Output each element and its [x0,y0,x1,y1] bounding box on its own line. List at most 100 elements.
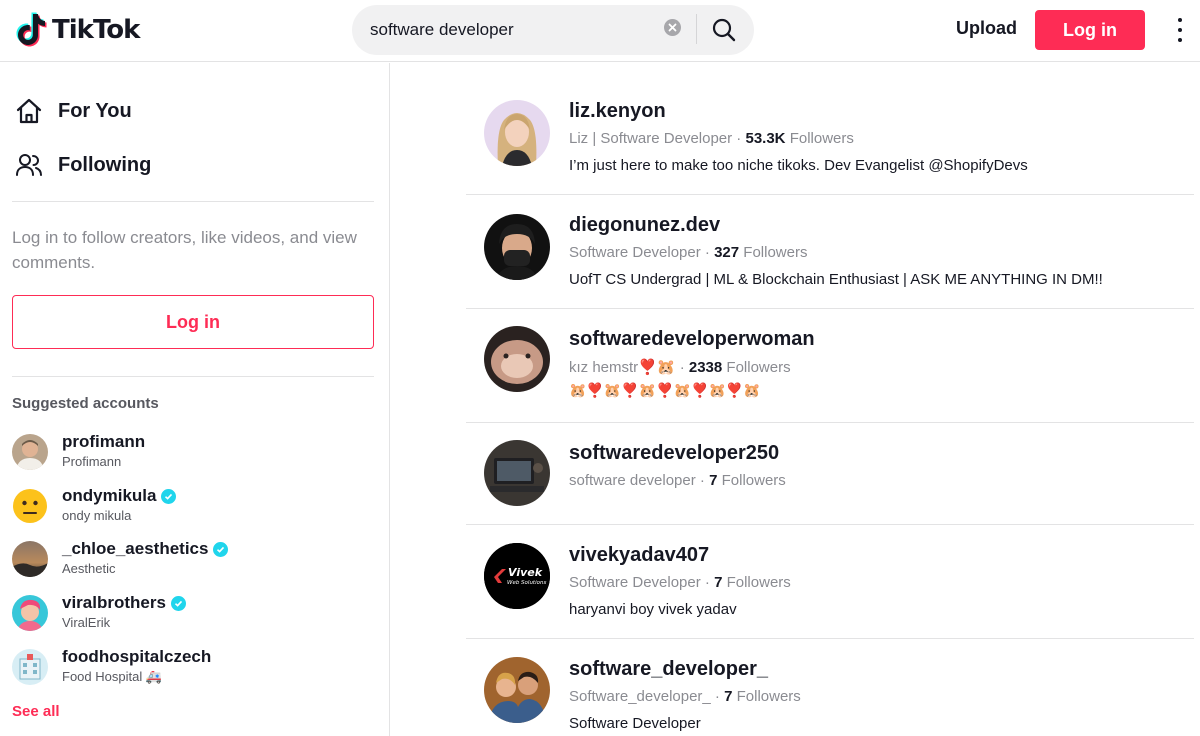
avatar [484,326,550,392]
login-hint-text: Log in to follow creators, like videos, … [12,228,357,272]
search-icon [712,18,736,42]
result-username: diegonunez.dev [569,214,721,236]
avatar [484,657,550,723]
more-options-button[interactable] [1172,18,1188,42]
result-username: softwaredeveloper250 [569,442,780,464]
avatar [12,488,48,524]
follower-count: 2338 [688,359,723,376]
suggested-username: ondymikula [62,486,177,506]
followers-label: Followers [789,130,854,147]
avatar: Vivek Web Solutions [484,543,550,609]
login-button-sidebar[interactable]: Log in [12,295,374,349]
dot [1178,18,1182,22]
divider [466,638,1194,639]
divider [466,194,1194,195]
suggested-account[interactable]: foodhospitalczech Food Hospital 🚑 [12,645,372,689]
result-bio: I’m just here to make too niche tikoks. … [569,157,1028,174]
result-username: liz.kenyon [569,100,666,122]
nav-label: For You [58,99,132,122]
vivek-logo-text: Vivek [508,566,543,579]
dot [1178,38,1182,42]
avatar [12,541,48,577]
suggested-username: _chloe_aesthetics [62,539,229,559]
login-button-header[interactable]: Log in [1035,10,1145,50]
result-bio: Software Developer [569,715,701,732]
vivek-logo-subtext: Web Solutions [507,580,546,586]
search-input[interactable] [370,18,655,42]
username-text: foodhospitalczech [62,647,212,666]
result-nickname: kız hemstr❣️🐹 [569,359,676,376]
username-text: profimann [62,432,146,451]
avatar [12,649,48,685]
avatar [484,100,550,166]
logo-wordmark: TikTok [52,15,140,45]
follower-count: 327 [714,244,740,261]
nav-label: Following [58,153,152,176]
username-text: _chloe_aesthetics [62,539,209,558]
suggested-display-name: Aesthetic [62,561,116,576]
divider [12,201,374,202]
verified-badge-icon [161,488,177,504]
avatar [12,595,48,631]
username-text: viralbrothers [62,593,166,612]
follower-count: 53.3K [745,130,786,147]
divider [466,422,1194,423]
divider [466,308,1194,309]
nav-for-you[interactable]: For You [14,96,132,126]
sidebar: For You Following Log in to follow creat… [0,63,390,736]
follower-count: 7 [724,688,733,705]
result-username: vivekyadav407 [569,544,710,566]
suggested-account[interactable]: ondymikula ondy mikula [12,484,372,528]
divider [466,524,1194,525]
suggested-display-name: Profimann [62,454,122,469]
verified-badge-icon [170,595,186,611]
result-meta: Software_developer_ · 7 Followers [569,688,801,705]
result-meta: Software Developer · 327 Followers [569,244,808,261]
result-meta: Liz | Software Developer · 53.3K Followe… [569,130,854,147]
followers-label: Followers [721,472,786,489]
result-bio: 🐹❣️🐹❣️🐹❣️🐹❣️🐹❣️🐹 [569,382,761,398]
upload-button[interactable]: Upload [956,18,1017,39]
result-username: softwaredeveloperwoman [569,328,815,350]
suggested-username: viralbrothers [62,593,186,613]
search-button[interactable] [710,16,738,44]
suggested-display-name: ViralErik [62,615,111,630]
search-divider [696,14,697,44]
result-meta: kız hemstr❣️🐹 · 2338 Followers [569,359,791,376]
suggested-accounts-title: Suggested accounts [12,395,159,412]
suggested-account[interactable]: viralbrothers ViralErik [12,591,372,635]
suggested-display-name: Food Hospital 🚑 [62,669,163,684]
close-icon [668,23,677,32]
home-icon [16,98,42,124]
result-bio: haryanvi boy vivek yadav [569,601,737,618]
suggested-username: profimann [62,432,145,452]
follower-count: 7 [709,472,718,489]
suggested-username: foodhospitalczech [62,647,211,667]
suggested-account[interactable]: profimann Profimann [12,430,372,474]
tiktok-logo[interactable]: TikTok [16,12,140,48]
avatar [484,440,550,506]
nav-following[interactable]: Following [14,150,151,180]
result-nickname: software developer [569,472,696,489]
suggested-account[interactable]: _chloe_aesthetics Aesthetic [12,537,372,581]
follower-count: 7 [714,574,723,591]
result-nickname: Software Developer [569,244,701,261]
see-all-link[interactable]: See all [12,703,60,720]
tiktok-note-icon [16,12,47,47]
top-header: TikTok Upload Log in [0,0,1200,62]
avatar [484,214,550,280]
verified-badge-icon [213,541,229,557]
followers-label: Followers [726,359,791,376]
result-nickname: Liz | Software Developer [569,130,733,147]
dot [1178,28,1182,32]
followers-label: Followers [743,244,808,261]
result-bio: UofT CS Undergrad | ML & Blockchain Enth… [569,271,1103,288]
result-meta: software developer · 7 Followers [569,472,786,489]
clear-search-button[interactable] [664,19,681,36]
result-nickname: Software_developer_ [569,688,711,705]
suggested-display-name: ondy mikula [62,508,132,523]
result-nickname: Software Developer [569,574,701,591]
followers-label: Followers [726,574,791,591]
divider [12,376,374,377]
followers-label: Followers [736,688,801,705]
